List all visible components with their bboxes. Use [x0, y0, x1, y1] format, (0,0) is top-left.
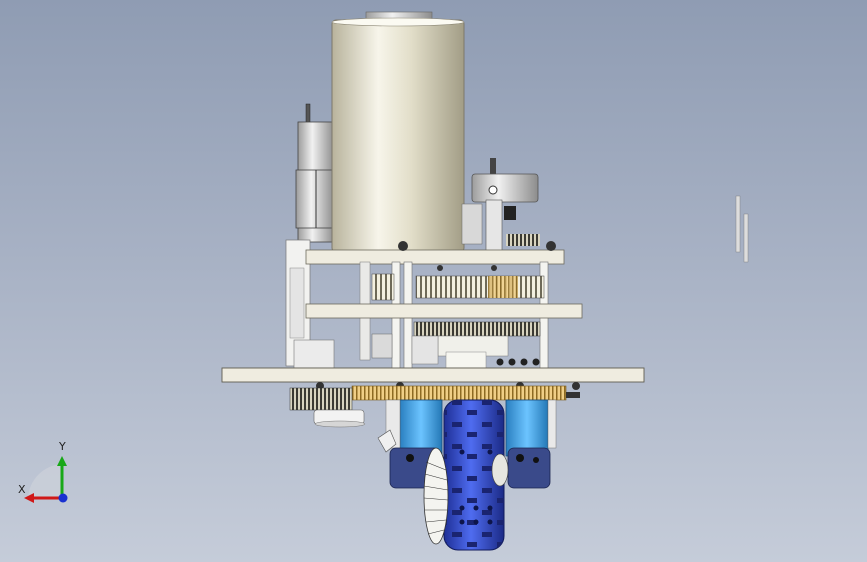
- triad-plane: [28, 464, 62, 498]
- cad-model-view[interactable]: [0, 0, 867, 562]
- y-axis-arrow: [57, 456, 67, 466]
- y-axis-label: Y: [59, 440, 66, 453]
- encoder-unit[interactable]: [461, 158, 540, 253]
- triad-graphic: [24, 456, 68, 503]
- guide-rods: [735, 195, 749, 263]
- x-axis-label: X: [18, 483, 26, 496]
- small-motor[interactable]: [295, 103, 335, 243]
- slewing-ring-gear[interactable]: [351, 385, 580, 401]
- graphics-viewport[interactable]: X Y: [0, 0, 867, 562]
- z-axis-dot: [58, 493, 68, 503]
- coordinate-triad: X Y: [12, 440, 82, 510]
- drive-motor[interactable]: [331, 11, 465, 253]
- middle-plate[interactable]: [305, 303, 583, 319]
